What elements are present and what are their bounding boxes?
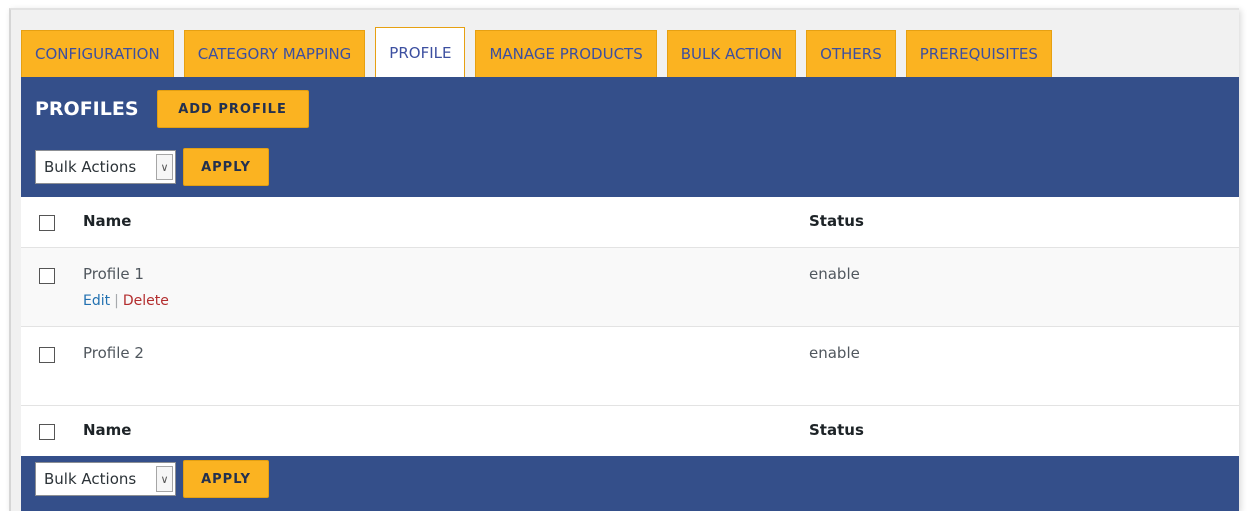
action-separator: | — [114, 293, 119, 309]
tab-bar: CONFIGURATION CATEGORY MAPPING PROFILE M… — [21, 20, 1062, 77]
chevron-down-icon: ∨ — [156, 154, 173, 180]
bulk-actions-select-bottom[interactable]: Bulk Actions ∨ — [35, 462, 176, 496]
tab-manage-products[interactable]: MANAGE PRODUCTS — [475, 30, 657, 77]
app-frame: CONFIGURATION CATEGORY MAPPING PROFILE M… — [9, 8, 1239, 511]
title-row: PROFILES ADD PROFILE — [35, 90, 309, 128]
profiles-panel: PROFILES ADD PROFILE Bulk Actions ∨ APPL… — [21, 77, 1239, 511]
select-all-checkbox[interactable] — [39, 215, 55, 231]
table-row: Profile 2 enable — [21, 327, 1239, 406]
row-checkbox[interactable] — [39, 268, 55, 284]
profile-status: enable — [809, 344, 860, 362]
column-header-name[interactable]: Name — [83, 212, 131, 230]
profiles-table: Name Status Profile 1 Edit | Delete enable… — [21, 197, 1239, 456]
row-actions: Edit | Delete — [83, 293, 169, 309]
delete-link[interactable]: Delete — [123, 293, 169, 309]
bulk-actions-select-value: Bulk Actions — [44, 158, 137, 176]
profile-name[interactable]: Profile 2 — [83, 344, 144, 362]
edit-link[interactable]: Edit — [83, 293, 110, 309]
bulk-actions-select-value: Bulk Actions — [44, 470, 137, 488]
bulk-actions-top: Bulk Actions ∨ APPLY — [35, 148, 269, 186]
profile-name[interactable]: Profile 1 — [83, 265, 144, 283]
table-header: Name Status — [21, 197, 1239, 248]
column-footer-name[interactable]: Name — [83, 421, 131, 439]
select-all-checkbox-footer[interactable] — [39, 424, 55, 440]
table-footer: Name Status — [21, 406, 1239, 456]
bulk-actions-select[interactable]: Bulk Actions ∨ — [35, 150, 176, 184]
profile-status: enable — [809, 265, 860, 283]
tab-category-mapping[interactable]: CATEGORY MAPPING — [183, 30, 366, 77]
apply-button-bottom[interactable]: APPLY — [183, 460, 269, 498]
apply-button[interactable]: APPLY — [183, 148, 269, 186]
add-profile-button[interactable]: ADD PROFILE — [156, 90, 309, 128]
page-title: PROFILES — [35, 98, 139, 120]
tab-prerequisites[interactable]: PREREQUISITES — [905, 30, 1052, 77]
column-footer-status[interactable]: Status — [809, 421, 864, 439]
row-checkbox[interactable] — [39, 347, 55, 363]
table-row: Profile 1 Edit | Delete enable — [21, 248, 1239, 327]
tab-configuration[interactable]: CONFIGURATION — [21, 30, 174, 77]
column-header-status[interactable]: Status — [809, 212, 864, 230]
tab-bulk-action[interactable]: BULK ACTION — [666, 30, 797, 77]
tab-others[interactable]: OTHERS — [806, 30, 896, 77]
bulk-actions-bottom: Bulk Actions ∨ APPLY — [35, 460, 269, 498]
tab-profile[interactable]: PROFILE — [375, 27, 466, 77]
chevron-down-icon: ∨ — [156, 466, 173, 492]
